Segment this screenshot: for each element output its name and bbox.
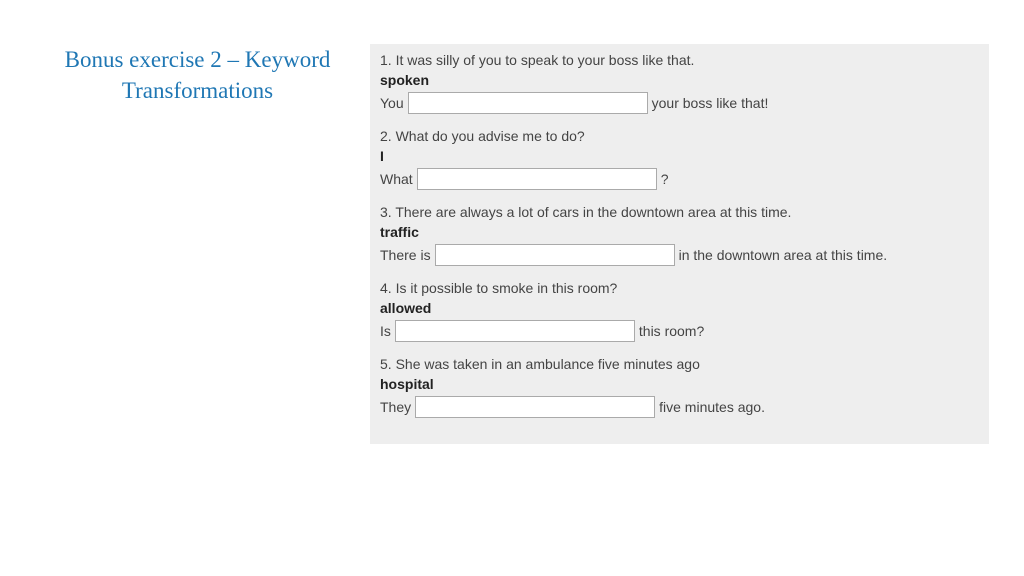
- question-keyword: traffic: [380, 224, 979, 240]
- question-text: What do you advise me to do?: [396, 128, 585, 144]
- answer-pre: What: [380, 171, 413, 187]
- question-prompt: 5. She was taken in an ambulance five mi…: [380, 356, 979, 372]
- question-text: Is it possible to smoke in this room?: [396, 280, 618, 296]
- question-number: 2.: [380, 128, 392, 144]
- question-prompt: 2. What do you advise me to do?: [380, 128, 979, 144]
- answer-pre: They: [380, 399, 411, 415]
- question-prompt: 1. It was silly of you to speak to your …: [380, 52, 979, 68]
- question-keyword: allowed: [380, 300, 979, 316]
- answer-post: five minutes ago.: [659, 399, 765, 415]
- answer-pre: You: [380, 95, 404, 111]
- question-block: 1. It was silly of you to speak to your …: [380, 52, 979, 114]
- question-keyword: I: [380, 148, 979, 164]
- answer-post: in the downtown area at this time.: [679, 247, 888, 263]
- exercise-panel: 1. It was silly of you to speak to your …: [370, 44, 989, 444]
- answer-line: They five minutes ago.: [380, 396, 979, 418]
- question-keyword: hospital: [380, 376, 979, 392]
- answer-post: this room?: [639, 323, 704, 339]
- question-block: 4. Is it possible to smoke in this room?…: [380, 280, 979, 342]
- question-block: 3. There are always a lot of cars in the…: [380, 204, 979, 266]
- answer-line: What ?: [380, 168, 979, 190]
- answer-input[interactable]: [417, 168, 657, 190]
- question-block: 5. She was taken in an ambulance five mi…: [380, 356, 979, 418]
- answer-pre: There is: [380, 247, 431, 263]
- question-number: 4.: [380, 280, 392, 296]
- answer-input[interactable]: [435, 244, 675, 266]
- question-block: 2. What do you advise me to do? I What ?: [380, 128, 979, 190]
- answer-input[interactable]: [408, 92, 648, 114]
- exercise-title: Bonus exercise 2 – Keyword Transformatio…: [35, 44, 360, 106]
- question-number: 1.: [380, 52, 392, 68]
- answer-input[interactable]: [395, 320, 635, 342]
- title-panel: Bonus exercise 2 – Keyword Transformatio…: [35, 44, 370, 444]
- question-number: 3.: [380, 204, 392, 220]
- answer-line: Is this room?: [380, 320, 979, 342]
- answer-line: There is in the downtown area at this ti…: [380, 244, 979, 266]
- answer-line: You your boss like that!: [380, 92, 979, 114]
- answer-pre: Is: [380, 323, 391, 339]
- question-keyword: spoken: [380, 72, 979, 88]
- question-text: There are always a lot of cars in the do…: [395, 204, 791, 220]
- answer-post: ?: [661, 171, 669, 187]
- answer-post: your boss like that!: [652, 95, 769, 111]
- answer-input[interactable]: [415, 396, 655, 418]
- question-text: She was taken in an ambulance five minut…: [396, 356, 700, 372]
- question-text: It was silly of you to speak to your bos…: [396, 52, 695, 68]
- question-prompt: 4. Is it possible to smoke in this room?: [380, 280, 979, 296]
- question-prompt: 3. There are always a lot of cars in the…: [380, 204, 979, 220]
- question-number: 5.: [380, 356, 392, 372]
